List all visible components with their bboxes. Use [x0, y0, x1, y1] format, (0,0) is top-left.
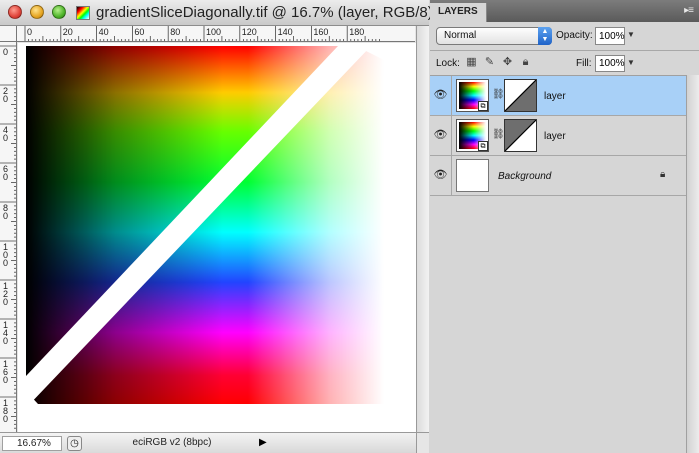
brush-icon[interactable]: ✎ — [483, 56, 496, 69]
layer-row[interactable]: 👁︎ ⧉ ⛓︎ layer — [430, 76, 686, 116]
fill-label: Fill: — [576, 58, 592, 69]
layers-panel: LAYERS ▸≡ Normal ▲ ▼ Opacity: 100% ▼ Lock… — [430, 0, 699, 453]
vertical-scrollbar[interactable] — [416, 26, 429, 432]
ruler-label: 120 — [242, 27, 257, 37]
diagonal-slice — [26, 46, 384, 404]
ruler-label: 0 — [3, 375, 8, 385]
status-bar: 16.67% ◷ eciRGB v2 (8bpc) ▶ — [0, 432, 270, 453]
resize-grip[interactable] — [416, 432, 429, 453]
layer-row-background[interactable]: 👁︎ Background 🔒︎ — [430, 156, 686, 196]
move-icon[interactable]: ✥ — [501, 56, 514, 69]
ruler-label: 0 — [3, 258, 8, 268]
ruler-label: 0 — [3, 172, 8, 182]
panel-menu-icon[interactable]: ▸≡ — [684, 5, 694, 16]
minimize-icon[interactable] — [30, 5, 44, 19]
ruler-label: 0 — [3, 414, 8, 424]
ruler-label: 20 — [63, 27, 73, 37]
status-info: eciRGB v2 (8bpc) — [132, 437, 212, 448]
horizontal-ruler-ticks: 0 20 40 60 80 100 120 140 160 180 — [24, 26, 380, 41]
vertical-ruler-ticks: 020406080100120140160180 — [0, 45, 16, 429]
fill-field[interactable]: 100% — [595, 55, 625, 72]
smart-object-icon: ⧉ — [478, 141, 488, 151]
layer-thumbnail: ⧉ — [456, 79, 489, 112]
layer-thumbnail: ⧉ — [456, 119, 489, 152]
ruler-label: 80 — [170, 27, 180, 37]
document-window: gradientSliceDiagonally.tif @ 16.7% (lay… — [0, 0, 433, 453]
panel-tab-bar: LAYERS ▸≡ — [430, 0, 699, 22]
title-bar[interactable]: gradientSliceDiagonally.tif @ 16.7% (lay… — [0, 0, 433, 26]
document-title: gradientSliceDiagonally.tif @ 16.7% (lay… — [96, 4, 433, 21]
ruler-label: 40 — [99, 27, 109, 37]
link-icon[interactable]: ⛓︎ — [492, 89, 505, 100]
ruler-label: 60 — [134, 27, 144, 37]
zoom-level-field[interactable]: 16.67% — [2, 436, 62, 451]
blend-mode-value: Normal — [444, 30, 477, 41]
layer-name[interactable]: layer — [544, 91, 566, 102]
opacity-label: Opacity: — [556, 30, 593, 41]
eye-icon[interactable]: 👁︎ — [430, 76, 452, 115]
opacity-dropdown-icon[interactable]: ▼ — [627, 30, 635, 39]
ruler-label: 180 — [349, 27, 364, 37]
divider — [430, 50, 699, 51]
layers-list: 👁︎ ⧉ ⛓︎ layer 👁︎ ⧉ ⛓︎ layer 👁︎ Backgroun… — [430, 75, 686, 453]
opacity-field[interactable]: 100% — [595, 27, 625, 45]
ruler-origin[interactable] — [0, 26, 17, 42]
lock-icon: 🔒︎ — [660, 169, 666, 180]
status-options-icon[interactable]: ◷ — [67, 436, 82, 451]
ruler-label: 0 — [3, 211, 8, 221]
ruler-label: 0 — [3, 133, 8, 143]
gradient-image — [26, 46, 384, 404]
layer-thumbnail — [456, 159, 489, 192]
tab-layers[interactable]: LAYERS — [430, 3, 487, 22]
select-stepper-icon: ▲ ▼ — [538, 27, 552, 45]
ruler-label: 160 — [313, 27, 328, 37]
document-proxy-icon[interactable] — [76, 6, 90, 20]
layer-name[interactable]: Background — [498, 171, 551, 182]
vector-mask-thumbnail[interactable] — [504, 119, 537, 152]
lock-icon[interactable]: 🔒︎ — [519, 56, 532, 69]
layers-scrollbar[interactable] — [686, 75, 699, 453]
lock-transparent-pixels-icon[interactable]: ▦ — [465, 56, 478, 69]
link-icon[interactable]: ⛓︎ — [492, 129, 505, 140]
eye-icon[interactable]: 👁︎ — [430, 116, 452, 155]
ruler-label: 0 — [3, 297, 8, 307]
ruler-label: 0 — [3, 94, 8, 104]
horizontal-scrollbar[interactable] — [270, 432, 416, 453]
zoom-icon[interactable] — [52, 5, 66, 19]
lock-label: Lock: — [436, 58, 460, 69]
ruler-label: 0 — [27, 27, 32, 37]
close-icon[interactable] — [8, 5, 22, 19]
canvas[interactable] — [18, 43, 416, 432]
fill-dropdown-icon[interactable]: ▼ — [627, 58, 635, 67]
eye-icon[interactable]: 👁︎ — [430, 156, 452, 195]
vertical-ruler[interactable]: 020406080100120140160180 — [0, 42, 17, 432]
layer-row[interactable]: 👁︎ ⧉ ⛓︎ layer — [430, 116, 686, 156]
layer-name[interactable]: layer — [544, 131, 566, 142]
blend-mode-select[interactable]: Normal ▲ ▼ — [436, 27, 552, 45]
ruler-label: 0 — [3, 336, 8, 346]
ruler-label: 140 — [278, 27, 293, 37]
horizontal-ruler[interactable]: 0 20 40 60 80 100 120 140 160 180 — [17, 26, 415, 42]
ruler-label: 0 — [3, 47, 8, 57]
ruler-label: 100 — [206, 27, 221, 37]
vector-mask-thumbnail[interactable] — [504, 79, 537, 112]
status-menu-arrow-icon[interactable]: ▶ — [259, 437, 267, 448]
smart-object-icon: ⧉ — [478, 101, 488, 111]
